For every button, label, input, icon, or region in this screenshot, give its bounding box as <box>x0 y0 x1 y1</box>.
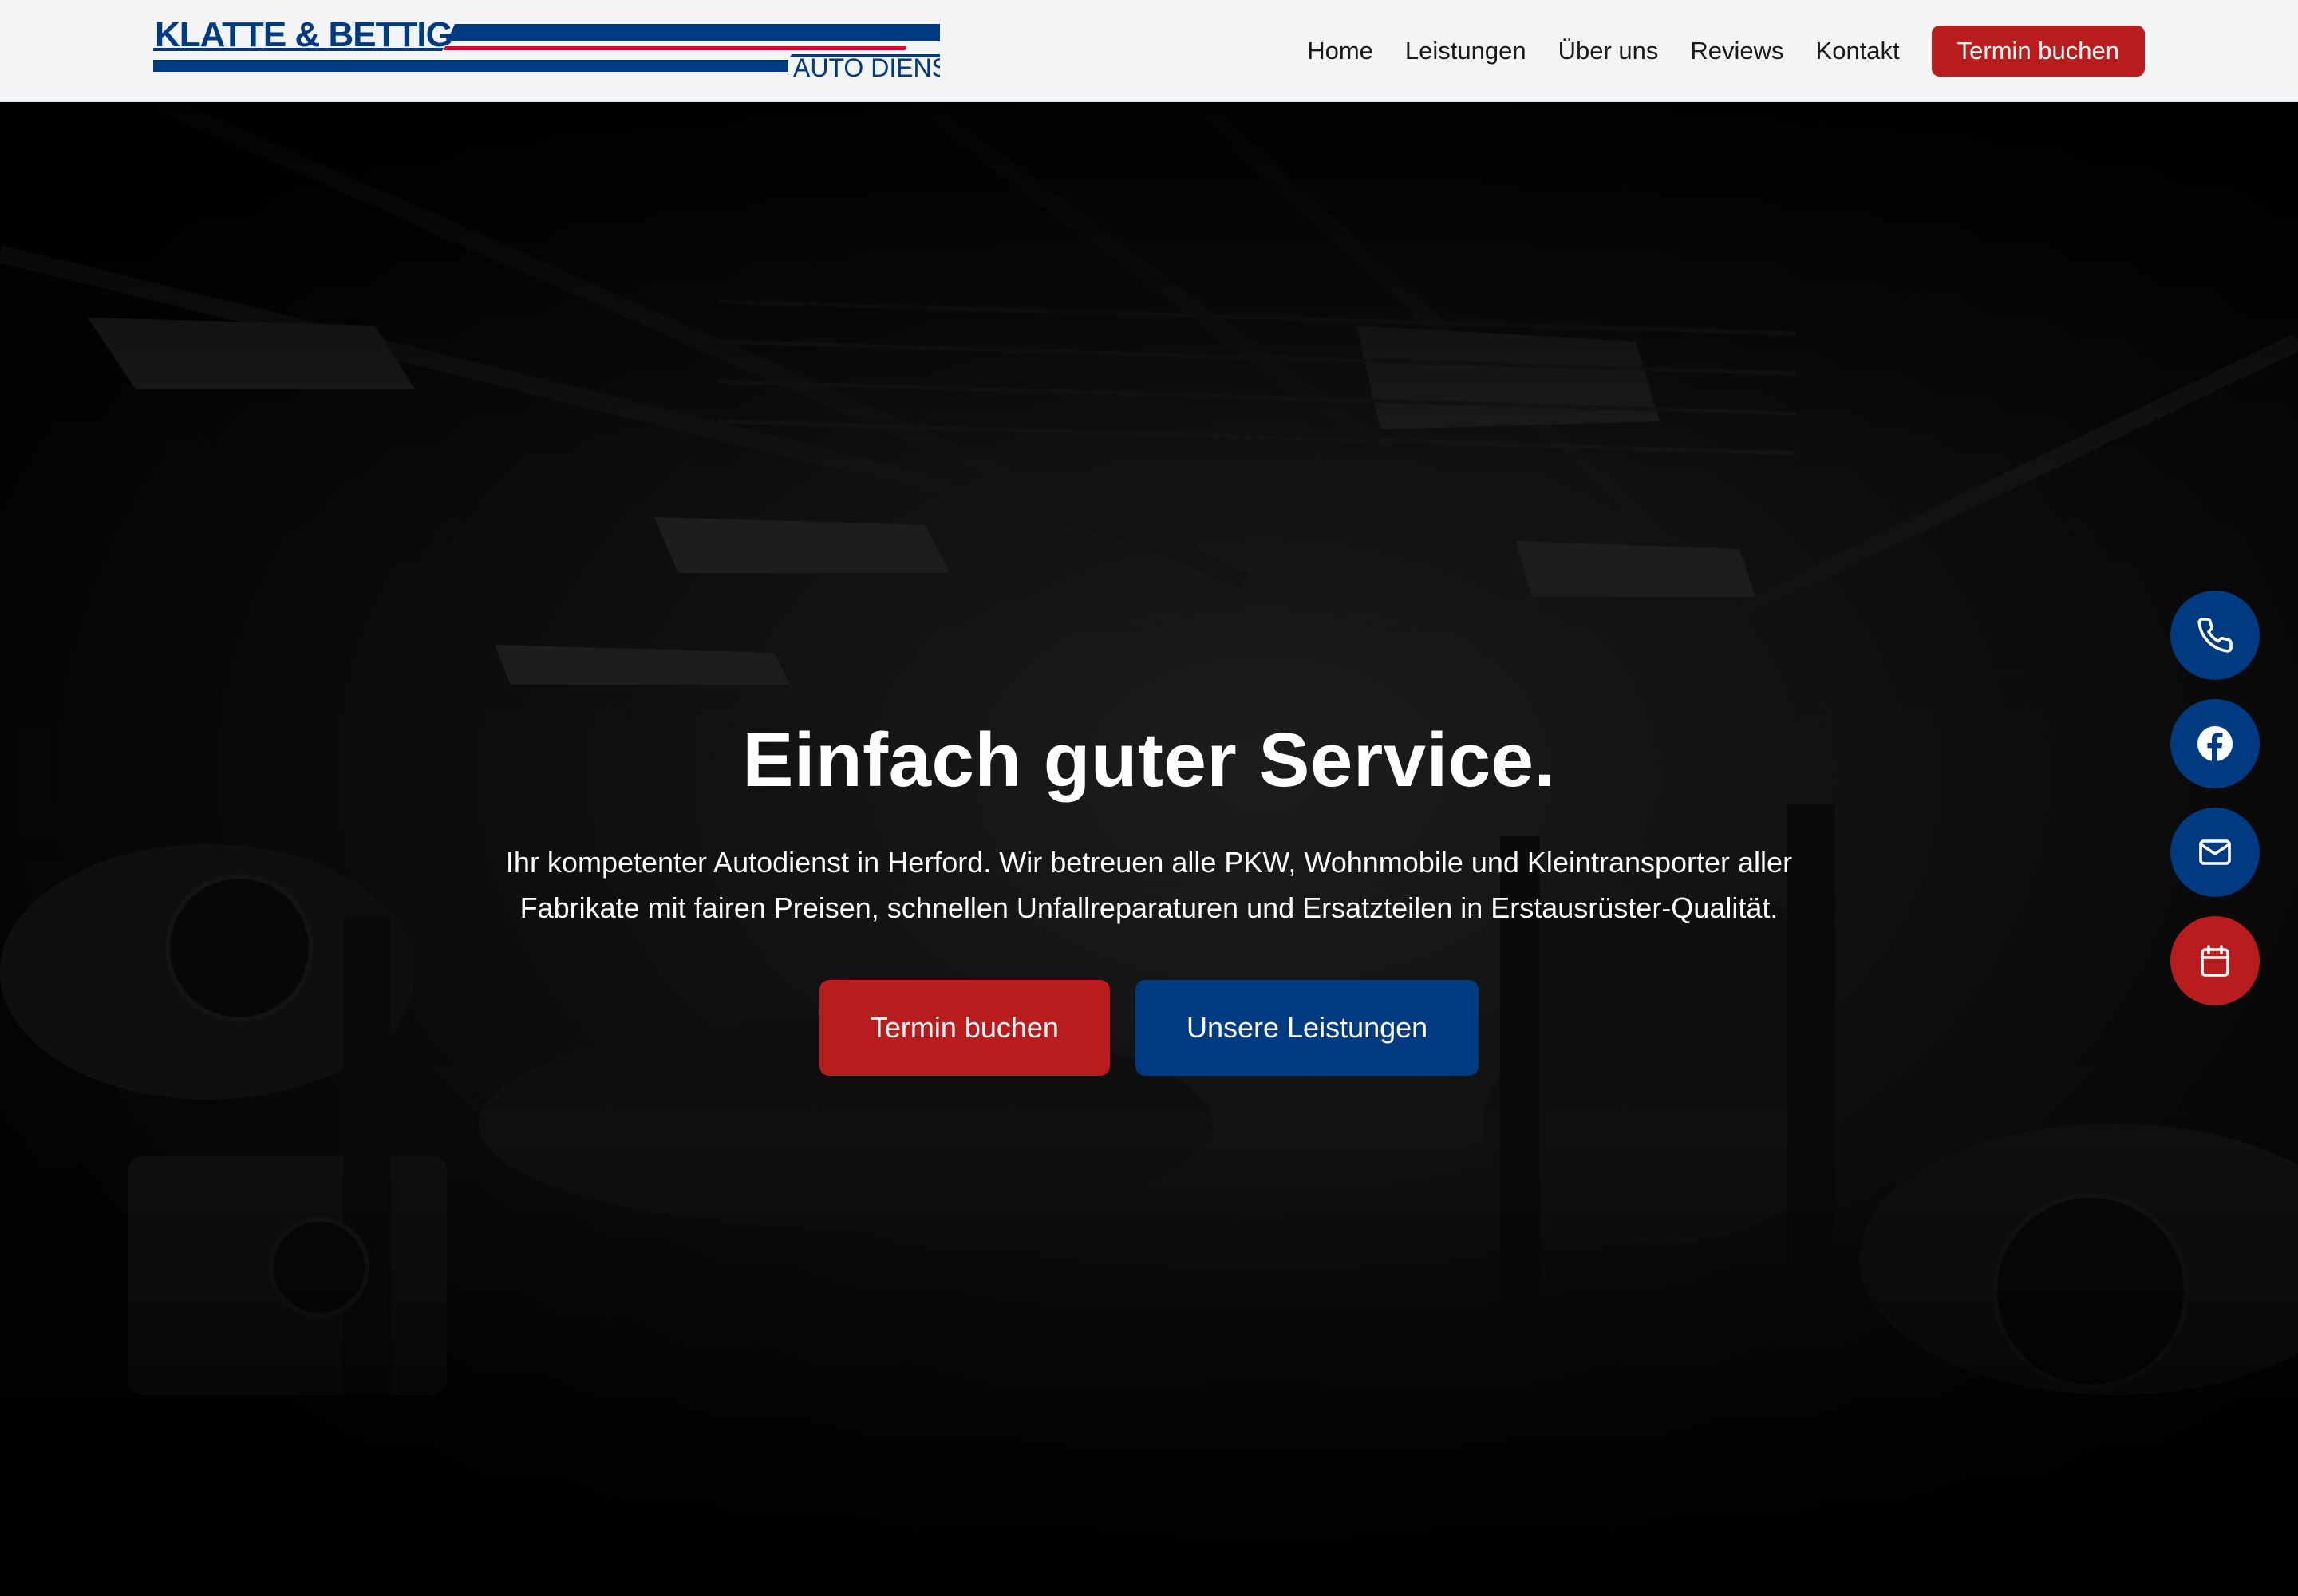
calendar-icon <box>2201 945 2229 977</box>
floating-facebook-button[interactable] <box>2170 699 2260 788</box>
hero-subtitle: Ihr kompetenter Autodienst in Herford. W… <box>505 846 1793 924</box>
nav-link-kontakt[interactable]: Kontakt <box>1816 26 1900 77</box>
nav-link-ueber-uns[interactable]: Über uns <box>1558 26 1659 77</box>
hero-actions: Termin buchen Unsere Leistungen <box>0 980 2298 1076</box>
nav-link-reviews[interactable]: Reviews <box>1690 26 1783 77</box>
floating-phone-button[interactable] <box>2170 591 2260 680</box>
nav-link-leistungen[interactable]: Leistungen <box>1405 26 1526 77</box>
brand-tagline-text: AUTO DIENST <box>793 53 940 78</box>
site-header: KLATTE & BETTIG AUTO DIENST Home Leistun… <box>0 0 2298 102</box>
mail-icon <box>2199 839 2231 865</box>
hero-title: Einfach guter Service. <box>742 717 1556 803</box>
nav-link-home[interactable]: Home <box>1307 26 1373 77</box>
brand-logo-graphic: KLATTE & BETTIG AUTO DIENST <box>153 22 940 78</box>
hero-book-appointment-button[interactable]: Termin buchen <box>819 980 1110 1076</box>
floating-calendar-button[interactable] <box>2170 916 2260 1005</box>
nav-book-appointment-button[interactable]: Termin buchen <box>1931 26 2145 77</box>
floating-mail-button[interactable] <box>2170 808 2260 897</box>
facebook-icon <box>2197 726 2233 761</box>
phone-icon <box>2197 618 2233 653</box>
floating-contact-actions <box>2170 591 2260 1025</box>
hero-content: Einfach guter Service. Ihr kompetenter A… <box>0 102 2298 1596</box>
main-nav: Home Leistungen Über uns Reviews Kontakt… <box>1307 26 2145 77</box>
hero-section: Einfach guter Service. Ihr kompetenter A… <box>0 102 2298 1596</box>
brand-name-text: KLATTE & BETTIG <box>155 22 452 54</box>
brand-logo[interactable]: KLATTE & BETTIG AUTO DIENST <box>153 22 940 78</box>
hero-services-button[interactable]: Unsere Leistungen <box>1135 980 1479 1076</box>
